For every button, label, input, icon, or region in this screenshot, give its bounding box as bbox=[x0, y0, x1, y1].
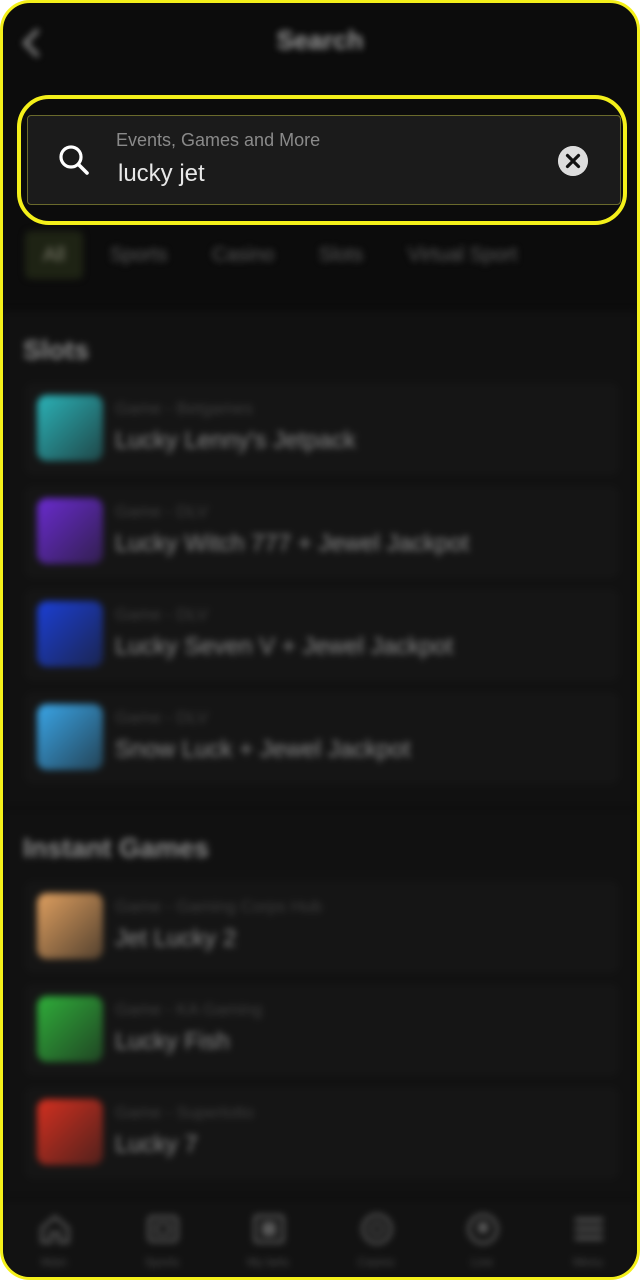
nav-label: Casino bbox=[357, 1255, 395, 1269]
game-thumbnail bbox=[37, 601, 103, 667]
nav-label: Main bbox=[40, 1255, 67, 1269]
game-thumbnail bbox=[37, 395, 103, 461]
search-placeholder: Events, Games and More bbox=[116, 130, 321, 150]
nav-casino[interactable]: Casino bbox=[331, 1199, 421, 1277]
nav-live[interactable]: Live bbox=[437, 1199, 527, 1277]
bottom-nav: Main Sports My bets Casino Live Menu bbox=[3, 1199, 637, 1277]
game-provider: Game - DLV bbox=[115, 605, 209, 624]
tab-sports[interactable]: Sports bbox=[92, 231, 186, 279]
clear-circle-icon[interactable] bbox=[558, 146, 588, 176]
filter-tabs: All Sports Casino Slots Virtual Sport bbox=[25, 231, 637, 281]
nav-label: My bets bbox=[246, 1255, 289, 1269]
game-thumbnail bbox=[37, 498, 103, 564]
list-item[interactable]: Game - KA Gaming Lucky Fish bbox=[25, 984, 619, 1076]
nav-label: Menu bbox=[572, 1255, 604, 1269]
home-icon bbox=[40, 1215, 70, 1244]
game-provider: Game - Betgames bbox=[115, 399, 253, 418]
game-title: Lucky Fish bbox=[115, 1028, 230, 1055]
nav-main[interactable]: Main bbox=[9, 1199, 99, 1277]
game-thumbnail bbox=[37, 1099, 103, 1165]
game-title: Lucky 7 bbox=[115, 1131, 198, 1158]
tab-virtual-sport[interactable]: Virtual Sport bbox=[390, 231, 536, 279]
list-item[interactable]: Game - DLV Lucky Seven V + Jewel Jackpot bbox=[25, 589, 619, 681]
nav-sports[interactable]: Sports bbox=[117, 1199, 207, 1277]
search-icon bbox=[59, 145, 89, 175]
phone-frame: Search All Sports Casino Slots Virtual S… bbox=[0, 0, 640, 1280]
game-thumbnail bbox=[37, 996, 103, 1062]
tab-slots[interactable]: Slots bbox=[301, 231, 381, 279]
list-item[interactable]: Game - DLV Snow Luck + Jewel Jackpot bbox=[25, 692, 619, 784]
header: Search bbox=[3, 3, 637, 83]
page-title: Search bbox=[276, 25, 364, 55]
list-item[interactable]: Game - Betgames Lucky Lenny's Jetpack bbox=[25, 383, 619, 475]
sports-icon bbox=[147, 1215, 179, 1243]
chip-icon bbox=[361, 1213, 393, 1245]
nav-label: Sports bbox=[144, 1255, 180, 1269]
tab-casino[interactable]: Casino bbox=[194, 231, 292, 279]
game-provider: Game - Superlotto bbox=[115, 1103, 254, 1122]
list-item[interactable]: Game - Gaming Corps Hub Jet Lucky 2 bbox=[25, 881, 619, 973]
game-thumbnail bbox=[37, 893, 103, 959]
nav-label: Live bbox=[470, 1255, 493, 1269]
section-instant-games: Instant Games Game - Gaming Corps Hub Je… bbox=[3, 809, 637, 1197]
list-item[interactable]: Game - Superlotto Lucky 7 bbox=[25, 1087, 619, 1179]
game-title: Jet Lucky 2 bbox=[115, 925, 237, 952]
ball-icon bbox=[467, 1213, 499, 1245]
search-input[interactable]: Events, Games and More lucky jet bbox=[27, 115, 621, 205]
game-provider: Game - KA Gaming bbox=[115, 1000, 263, 1019]
game-provider: Game - DLV bbox=[115, 502, 209, 521]
game-thumbnail bbox=[37, 704, 103, 770]
section-title: Instant Games bbox=[23, 833, 210, 863]
menu-icon bbox=[575, 1218, 603, 1240]
nav-menu[interactable]: Menu bbox=[543, 1199, 633, 1277]
search-value[interactable]: lucky jet bbox=[118, 160, 205, 188]
game-provider: Game - DLV bbox=[115, 708, 209, 727]
section-slots: Slots Game - Betgames Lucky Lenny's Jetp… bbox=[3, 311, 637, 807]
game-title: Lucky Seven V + Jewel Jackpot bbox=[115, 633, 454, 660]
game-title: Lucky Witch 777 + Jewel Jackpot bbox=[115, 530, 470, 557]
list-item[interactable]: Game - DLV Lucky Witch 777 + Jewel Jackp… bbox=[25, 486, 619, 578]
ticket-icon bbox=[253, 1214, 285, 1244]
game-title: Lucky Lenny's Jetpack bbox=[115, 427, 356, 454]
game-provider: Game - Gaming Corps Hub bbox=[115, 897, 322, 916]
section-title: Slots bbox=[23, 335, 90, 365]
tab-all[interactable]: All bbox=[25, 231, 84, 279]
nav-my-bets[interactable]: My bets bbox=[223, 1199, 313, 1277]
game-title: Snow Luck + Jewel Jackpot bbox=[115, 736, 411, 763]
